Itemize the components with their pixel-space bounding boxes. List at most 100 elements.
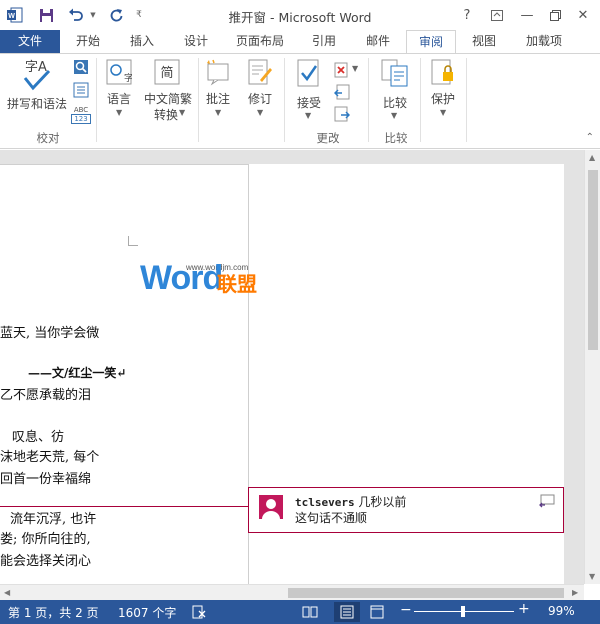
zoom-in-button[interactable]: + — [518, 601, 530, 617]
proofing-status-icon[interactable] — [192, 605, 206, 622]
svg-text:W: W — [8, 13, 15, 20]
language-dropdown-icon[interactable]: ▼ — [116, 108, 122, 117]
group-proofing-label: 校对 — [36, 131, 60, 145]
ribbon-review: 字A 拼写和语法 ABC 123 校对 字 语言 ▼ 简 中文简繁 转换 ▼ 批… — [0, 54, 600, 149]
tab-design[interactable]: 设计 — [172, 30, 220, 54]
comment-text[interactable]: 这句话不通顺 — [295, 509, 367, 526]
title-bar: W ▼ ₹ 推开窗 - Microsoft Word ? — ✕ — [0, 0, 600, 30]
scroll-right-icon[interactable]: ▶ — [572, 588, 578, 597]
scroll-up-icon[interactable]: ▲ — [589, 153, 595, 162]
compare-dropdown-icon[interactable]: ▼ — [391, 111, 397, 120]
print-layout-icon[interactable] — [334, 602, 360, 622]
comment-time: 几秒以前 — [354, 495, 407, 509]
zoom-level[interactable]: 99% — [548, 604, 575, 618]
comment-balloon[interactable]: tclsevers 几秒以前 这句话不通顺 — [248, 487, 564, 533]
doc-line[interactable]: 流年沉浮, 也许 — [10, 508, 96, 527]
svg-text:简: 简 — [160, 65, 173, 81]
language-icon[interactable]: 字 — [106, 58, 133, 89]
tracking-button[interactable]: 修订 — [244, 90, 276, 107]
tab-view[interactable]: 视图 — [462, 30, 506, 54]
zoom-out-button[interactable]: − — [400, 602, 412, 618]
spelling-grammar-icon[interactable]: 字A — [20, 58, 52, 95]
horizontal-scroll-thumb[interactable] — [288, 588, 564, 598]
word-count-icon[interactable]: ABC 123 — [71, 106, 91, 124]
ribbon-separator — [420, 58, 421, 142]
research-icon[interactable] — [73, 59, 89, 78]
zoom-slider-thumb[interactable] — [461, 606, 465, 617]
accept-icon[interactable] — [296, 58, 322, 91]
ribbon-separator — [368, 58, 369, 142]
reply-comment-icon[interactable] — [539, 494, 555, 511]
status-bar: 第 1 页，共 2 页 1607 个字 − + 99% — [0, 600, 600, 624]
save-icon[interactable] — [36, 6, 56, 24]
compare-button[interactable]: 比较 — [376, 94, 414, 111]
doc-line[interactable]: 沫地老天荒, 每个 — [0, 446, 99, 465]
ribbon-separator — [96, 58, 97, 142]
protect-icon[interactable] — [430, 58, 456, 89]
comment-connector-line — [0, 506, 248, 507]
chinese-conversion-icon[interactable]: 简 — [154, 58, 180, 89]
web-layout-icon[interactable] — [370, 605, 384, 622]
customize-toolbar-icon[interactable]: ₹ — [134, 6, 144, 24]
page-count[interactable]: 第 1 页，共 2 页 — [8, 604, 99, 621]
tab-review[interactable]: 审阅 — [406, 30, 456, 55]
doc-line[interactable]: 娄; 你所向往的, — [0, 528, 91, 547]
undo-icon[interactable] — [66, 6, 86, 24]
close-button[interactable]: ✕ — [572, 5, 594, 25]
spelling-grammar-button[interactable]: 拼写和语法 — [4, 95, 70, 112]
ribbon-display-options-icon[interactable] — [486, 5, 508, 25]
new-comment-icon[interactable] — [204, 58, 232, 89]
avatar — [259, 495, 283, 519]
doc-line[interactable]: 能会选择关闭心 — [0, 550, 91, 569]
ribbon-separator — [284, 58, 285, 142]
document-area[interactable]: www.wordjm.com Word 联盟 蓝天, 当你学会微 ——文/红尘一… — [0, 150, 584, 584]
ribbon-separator — [198, 58, 199, 142]
reject-icon[interactable] — [334, 62, 350, 81]
restore-icon[interactable] — [544, 5, 566, 25]
next-change-icon[interactable] — [334, 106, 351, 125]
undo-dropdown-icon[interactable]: ▼ — [88, 6, 98, 24]
vertical-scroll-thumb[interactable] — [588, 170, 598, 350]
language-button[interactable]: 语言 — [100, 90, 138, 107]
doc-line[interactable]: ——文/红尘一笑↵ — [28, 364, 126, 381]
collapse-ribbon-icon[interactable]: ⌃ — [586, 132, 594, 143]
doc-line[interactable]: 叹息、彷 — [12, 426, 64, 445]
chinese-conversion-dropdown-icon[interactable]: ▼ — [179, 108, 185, 117]
horizontal-scrollbar[interactable]: ◀ ▶ — [0, 584, 584, 600]
protect-dropdown-icon[interactable]: ▼ — [440, 108, 446, 117]
svg-text:字: 字 — [124, 72, 132, 84]
scroll-down-icon[interactable]: ▼ — [589, 572, 595, 581]
word-count[interactable]: 1607 个字 — [118, 604, 176, 621]
redo-icon[interactable] — [106, 6, 126, 24]
comments-dropdown-icon[interactable]: ▼ — [215, 108, 221, 117]
accept-dropdown-icon[interactable]: ▼ — [305, 111, 311, 120]
doc-line[interactable]: 乙不愿承载的泪 — [0, 384, 91, 403]
scroll-left-icon[interactable]: ◀ — [4, 588, 10, 597]
tab-references[interactable]: 引用 — [300, 30, 348, 54]
comments-button[interactable]: 批注 — [202, 90, 234, 107]
help-button[interactable]: ? — [456, 5, 478, 25]
tracking-dropdown-icon[interactable]: ▼ — [257, 108, 263, 117]
previous-change-icon[interactable] — [333, 84, 350, 103]
read-mode-icon[interactable] — [302, 605, 318, 622]
chinese-conversion-label-1[interactable]: 中文简繁 — [140, 90, 196, 107]
accept-button[interactable]: 接受 — [292, 94, 326, 111]
doc-line[interactable]: 蓝天, 当你学会微 — [0, 322, 99, 341]
comment-author: tclsevers — [295, 496, 355, 509]
comment-header: tclsevers 几秒以前 — [295, 493, 406, 510]
doc-line[interactable]: 回首一份幸福绵 — [0, 468, 91, 487]
tab-mailings[interactable]: 邮件 — [354, 30, 402, 54]
compare-icon[interactable] — [380, 58, 410, 91]
abc-label: ABC — [73, 106, 89, 114]
tab-home[interactable]: 开始 — [64, 30, 112, 54]
minimize-button[interactable]: — — [516, 5, 538, 25]
reject-dropdown-icon[interactable]: ▼ — [352, 64, 358, 73]
vertical-scrollbar[interactable]: ▲ ▼ — [584, 150, 600, 584]
tab-page-layout[interactable]: 页面布局 — [228, 30, 292, 54]
tab-insert[interactable]: 插入 — [118, 30, 166, 54]
protect-button[interactable]: 保护 — [424, 90, 462, 107]
tab-addins[interactable]: 加载项 — [516, 30, 572, 54]
tab-file[interactable]: 文件 — [0, 30, 60, 54]
track-changes-icon[interactable] — [246, 58, 274, 89]
thesaurus-icon[interactable] — [73, 82, 89, 101]
